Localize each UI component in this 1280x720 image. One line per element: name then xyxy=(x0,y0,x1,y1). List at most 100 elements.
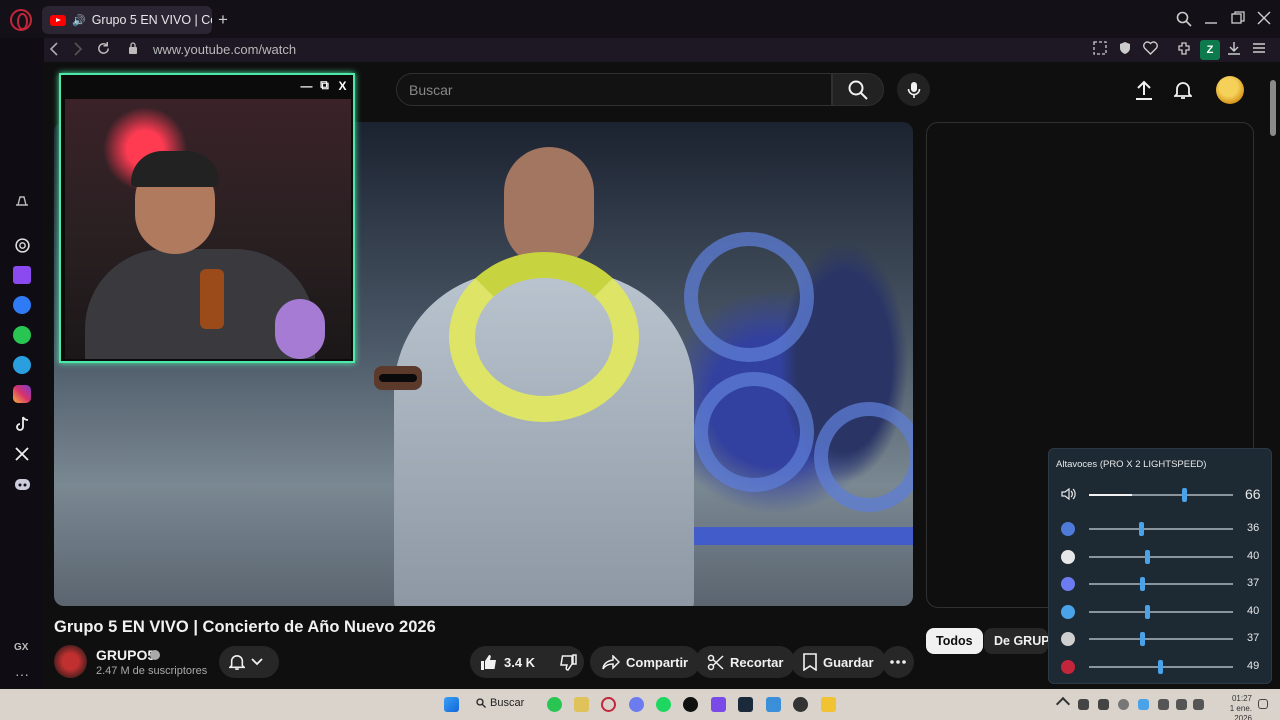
app-volume-track[interactable] xyxy=(1089,528,1233,530)
notification-center-icon[interactable] xyxy=(1258,699,1268,709)
webcam-overlay-window[interactable]: — ⧉ X xyxy=(59,73,355,363)
spotify-taskbar-icon[interactable] xyxy=(656,697,671,712)
dislike-button[interactable] xyxy=(559,653,577,671)
chip-de-grupo5[interactable]: De GRUPO5 xyxy=(984,628,1048,654)
minimize-window-button[interactable] xyxy=(1204,11,1218,29)
volume-tray-icon[interactable] xyxy=(1193,699,1204,710)
upload-button[interactable] xyxy=(1132,78,1156,102)
telegram-icon[interactable] xyxy=(13,356,31,374)
menu-icon[interactable] xyxy=(1252,41,1266,58)
gx-label[interactable]: GX xyxy=(14,642,28,653)
tray-mic-icon[interactable] xyxy=(1138,699,1149,710)
microphone-icon xyxy=(907,81,920,98)
folder-taskbar-icon[interactable] xyxy=(821,697,836,712)
clip-button[interactable]: Recortar xyxy=(695,646,796,678)
channel-avatar[interactable] xyxy=(54,645,87,678)
app-icon[interactable] xyxy=(1061,522,1075,536)
app-volume-track[interactable] xyxy=(1089,610,1233,613)
overlay-title-bar[interactable]: — ⧉ X xyxy=(61,75,353,97)
url-field[interactable]: www.youtube.com/watch xyxy=(153,42,296,57)
voice-search-button[interactable] xyxy=(897,73,930,106)
bottle xyxy=(200,269,224,329)
download-icon[interactable] xyxy=(1227,41,1241,58)
discord-taskbar-icon[interactable] xyxy=(629,697,644,712)
whatsapp-icon[interactable] xyxy=(13,326,31,344)
spotify-icon[interactable] xyxy=(1061,549,1075,564)
twitch-icon[interactable] xyxy=(13,266,31,284)
like-button[interactable]: 3.4 K xyxy=(480,654,535,671)
taskbar-search[interactable]: Buscar xyxy=(476,697,524,709)
address-bar-row: www.youtube.com/watch Z xyxy=(40,38,1280,62)
profile-badge[interactable]: Z xyxy=(1200,40,1220,60)
app-volume-slider[interactable] xyxy=(1140,577,1146,591)
whatsapp-taskbar-icon[interactable] xyxy=(547,697,562,712)
reload-button[interactable] xyxy=(96,41,111,60)
tray-icon[interactable] xyxy=(1118,699,1129,710)
master-volume-slider[interactable] xyxy=(1182,488,1188,502)
overlay-close-button[interactable]: X xyxy=(335,78,350,93)
app-volume-value: 37 xyxy=(1247,632,1260,644)
network-icon[interactable] xyxy=(1176,699,1187,710)
terminal-taskbar-icon[interactable] xyxy=(738,697,753,712)
more-actions-button[interactable] xyxy=(882,646,914,678)
speaker-icon[interactable] xyxy=(1061,487,1077,501)
tiktok-icon[interactable] xyxy=(13,415,31,433)
opera-icon[interactable] xyxy=(1061,659,1075,674)
workspace-icon[interactable] xyxy=(13,192,31,210)
sidebar-more-icon[interactable]: ··· xyxy=(15,666,29,682)
account-avatar[interactable] xyxy=(1216,76,1244,104)
save-button[interactable]: Guardar xyxy=(791,646,886,678)
app-volume-slider[interactable] xyxy=(1157,659,1163,674)
app-volume-slider[interactable] xyxy=(1144,604,1150,619)
speaker-icon[interactable]: 🔊 xyxy=(72,14,86,27)
tray-icon[interactable] xyxy=(1098,699,1109,710)
tray-icon[interactable] xyxy=(1158,699,1169,710)
heart-icon[interactable] xyxy=(1143,41,1158,58)
search-button[interactable] xyxy=(832,73,884,106)
search-input[interactable]: Buscar xyxy=(396,73,832,106)
tray-icon[interactable] xyxy=(1078,699,1089,710)
new-tab-button[interactable]: + xyxy=(218,10,228,30)
notifications-button[interactable] xyxy=(1171,78,1195,102)
app-volume-track[interactable] xyxy=(1089,583,1233,585)
overlay-minimize-button[interactable]: — xyxy=(299,78,314,93)
x-twitter-icon[interactable] xyxy=(13,445,31,463)
clock[interactable]: 01:27 1 ene. 2026 xyxy=(1212,694,1252,720)
app-volume-slider[interactable] xyxy=(1144,549,1150,564)
shield-icon[interactable] xyxy=(1118,41,1132,58)
opera-taskbar-icon[interactable] xyxy=(601,697,616,712)
back-button[interactable] xyxy=(48,41,60,61)
github-taskbar-icon[interactable] xyxy=(683,697,698,712)
instagram-icon[interactable] xyxy=(13,385,31,403)
restore-window-button[interactable] xyxy=(1231,11,1245,29)
opera-logo-icon[interactable] xyxy=(10,9,32,31)
obs-taskbar-icon[interactable] xyxy=(793,697,808,712)
channel-name[interactable]: GRUPO5 xyxy=(96,647,155,663)
app-volume-track[interactable] xyxy=(1089,555,1233,558)
overlay-restore-button[interactable]: ⧉ xyxy=(317,78,332,93)
discord-sidebar-icon[interactable] xyxy=(13,475,31,493)
share-button[interactable]: Compartir xyxy=(590,646,701,678)
app-volume-track[interactable] xyxy=(1089,638,1233,640)
page-scrollbar[interactable] xyxy=(1270,80,1276,136)
extensions-icon[interactable] xyxy=(1177,41,1192,59)
obs-icon[interactable] xyxy=(1061,632,1075,646)
snapshot-icon[interactable] xyxy=(1093,41,1107,58)
forward-button[interactable] xyxy=(72,41,84,61)
photos-taskbar-icon[interactable] xyxy=(766,697,781,712)
messenger-icon[interactable] xyxy=(13,296,31,314)
windows-start-icon[interactable] xyxy=(444,697,459,712)
discord-icon[interactable] xyxy=(1061,577,1075,591)
chatgpt-icon[interactable] xyxy=(13,236,31,254)
explorer-app-icon[interactable] xyxy=(574,697,589,712)
search-tabs-icon[interactable] xyxy=(1176,11,1192,31)
tray-chevron-up-icon[interactable] xyxy=(1055,696,1071,712)
browser-tab[interactable]: 🔊 Grupo 5 EN VIVO | Concierto de Año Nue… xyxy=(42,6,212,34)
window-icon[interactable] xyxy=(1061,604,1075,619)
close-window-button[interactable] xyxy=(1257,11,1271,29)
app-volume-slider[interactable] xyxy=(1138,522,1144,536)
notification-bell-dropdown[interactable] xyxy=(219,646,279,678)
app-volume-slider[interactable] xyxy=(1140,632,1146,646)
chip-todos[interactable]: Todos xyxy=(926,628,983,654)
launcher-taskbar-icon[interactable] xyxy=(711,697,726,712)
